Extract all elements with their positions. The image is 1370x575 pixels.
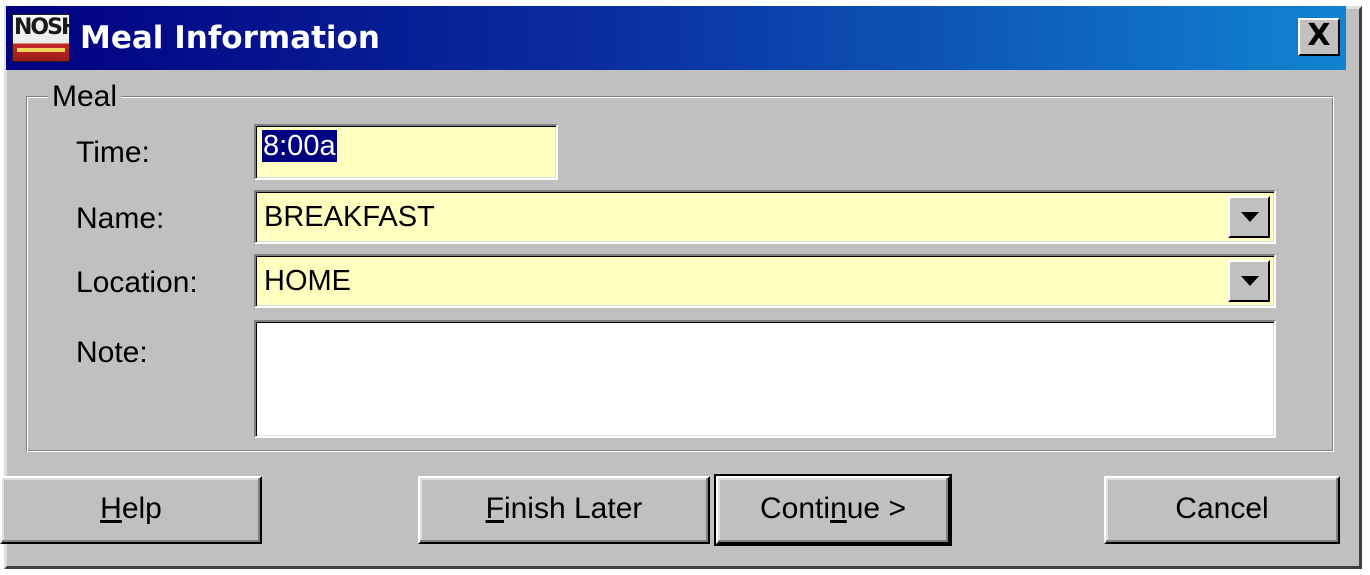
cancel-button[interactable]: Cancel — [1104, 476, 1340, 544]
finish-later-button[interactable]: Finish Later — [418, 476, 710, 544]
name-dropdown-button[interactable] — [1228, 196, 1270, 238]
location-combobox[interactable]: HOME — [254, 254, 1276, 308]
app-icon-stripe — [17, 48, 65, 52]
help-label-rest: elp — [121, 492, 162, 525]
help-mnemonic: H — [100, 492, 122, 525]
name-combobox[interactable]: BREAKFAST — [254, 190, 1276, 244]
finish-later-mnemonic: F — [485, 492, 504, 525]
window-title: Meal Information — [80, 20, 380, 56]
name-label: Name: — [76, 202, 165, 235]
title-bar[interactable]: NOSH Meal Information X — [6, 6, 1346, 70]
time-input[interactable]: 8:00a — [254, 124, 558, 180]
app-icon-text: NOSH — [14, 15, 69, 40]
chevron-down-icon — [1241, 276, 1259, 286]
chevron-down-icon — [1241, 212, 1259, 222]
name-combobox-value: BREAKFAST — [264, 201, 435, 233]
time-input-value: 8:00a — [262, 130, 337, 162]
note-textarea[interactable] — [254, 320, 1276, 438]
continue-label-before: Conti — [760, 492, 831, 525]
location-dropdown-button[interactable] — [1228, 260, 1270, 302]
close-button[interactable]: X — [1298, 18, 1340, 56]
finish-later-label-rest: inish Later — [503, 492, 643, 525]
continue-button[interactable]: Continue > — [714, 474, 952, 546]
nosh-app-icon: NOSH — [12, 14, 70, 62]
note-label: Note: — [76, 336, 148, 369]
time-label: Time: — [76, 136, 150, 169]
continue-mnemonic: n — [830, 492, 847, 525]
help-button[interactable]: Help — [0, 476, 262, 544]
meal-group-legend: Meal — [48, 80, 122, 114]
continue-label-after: ue > — [846, 492, 906, 525]
location-combobox-value: HOME — [264, 265, 351, 297]
location-label: Location: — [76, 266, 198, 299]
